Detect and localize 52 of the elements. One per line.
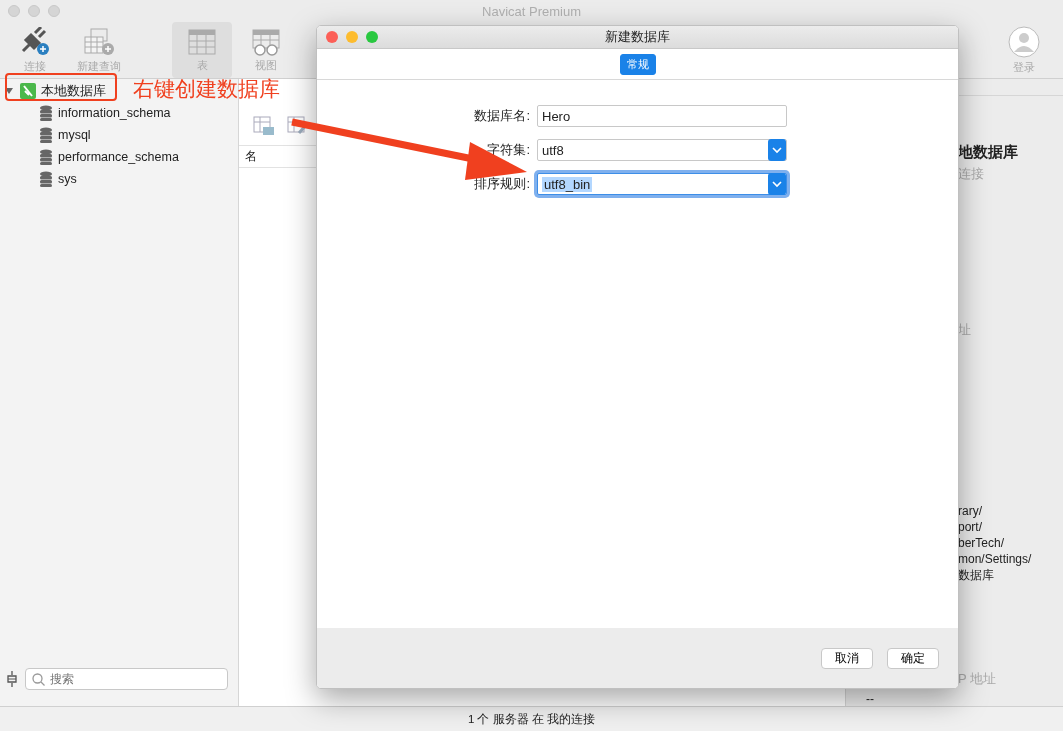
table-open-icon[interactable] (253, 116, 275, 136)
info-text: port/ (958, 519, 982, 535)
tree-item[interactable]: information_schema (0, 102, 171, 124)
status-text: 1 个 服务器 在 我的连接 (467, 711, 596, 727)
info-text: rary/ (958, 503, 982, 519)
field-label: 排序规则: (473, 175, 530, 193)
column-header[interactable]: 名 (245, 148, 257, 165)
dialog-button[interactable]: 确定 (887, 647, 939, 669)
table-icon (187, 27, 217, 56)
disclosure-triangle-icon[interactable] (5, 87, 15, 95)
minimize-button[interactable] (28, 5, 40, 17)
dropdown[interactable]: utf8 (537, 139, 787, 161)
field-label: 字符集: (486, 141, 530, 159)
dropdown[interactable]: utf8_bin (537, 173, 787, 195)
tab[interactable]: 常规 (619, 53, 656, 75)
database-icon (39, 127, 53, 143)
annotation-text: 右键创建数据库 (133, 78, 280, 99)
close-button[interactable] (8, 5, 20, 17)
connect-toggle-icon[interactable] (7, 670, 17, 688)
info-text: berTech/ (958, 535, 1005, 551)
close-button[interactable] (326, 31, 338, 43)
connection-icon (20, 83, 36, 99)
field-label: 数据库名: (473, 107, 530, 125)
tree-item[interactable]: performance_schema (0, 146, 179, 168)
info-text: 址 (958, 322, 971, 338)
plug-icon (19, 26, 51, 57)
search-icon (32, 673, 45, 686)
minimize-button[interactable] (346, 31, 358, 43)
info-text: 地数据库 (958, 144, 1018, 160)
text-field[interactable]: Hero (537, 105, 787, 127)
caret-icon (768, 139, 786, 161)
info-text: P 地址 (958, 671, 997, 687)
database-icon (39, 171, 53, 187)
tree-item[interactable]: sys (0, 168, 77, 190)
info-text: -- (866, 691, 874, 707)
dialog-button[interactable]: 取消 (821, 647, 873, 669)
search-field[interactable]: 搜索 (25, 668, 228, 690)
tree-item[interactable]: mysql (0, 124, 91, 146)
caret-icon (768, 173, 786, 195)
window-title: Navicat Premium (482, 3, 581, 19)
database-icon (39, 105, 53, 121)
table-add-icon (83, 26, 115, 57)
user-avatar-icon (1008, 25, 1040, 58)
database-icon (39, 149, 53, 165)
tree-item[interactable]: 本地数据库 (0, 80, 106, 102)
zoom-button[interactable] (48, 5, 60, 17)
dialog-title: 新建数据库 (605, 28, 670, 46)
table-glasses-icon (251, 27, 281, 56)
info-text: mon/Settings/ (958, 551, 1032, 567)
zoom-button[interactable] (366, 31, 378, 43)
info-text: 连接 (958, 166, 984, 182)
info-text: 数据库 (958, 567, 994, 583)
